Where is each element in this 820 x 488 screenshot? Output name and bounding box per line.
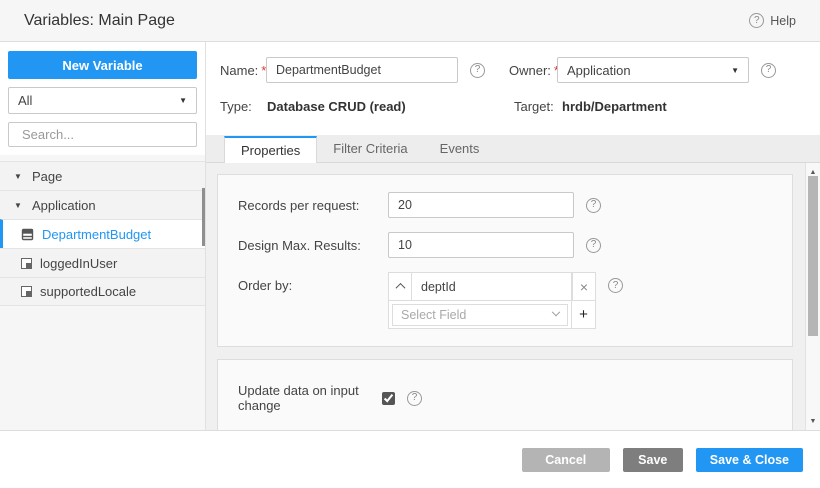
variable-icon xyxy=(21,257,32,269)
tab-properties[interactable]: Properties xyxy=(224,136,318,163)
tree-item-label: supportedLocale xyxy=(40,284,137,299)
tree-item-label: Application xyxy=(32,197,96,213)
order-by-entry: × xyxy=(388,272,596,301)
save-button[interactable]: Save xyxy=(622,447,683,472)
chevron-up-icon xyxy=(395,282,405,293)
sidebar: New Variable All ▼ ▼ Page xyxy=(0,42,206,430)
update-data-checkbox[interactable] xyxy=(382,391,395,405)
help-button[interactable]: ? Help xyxy=(749,13,796,28)
expander-icon[interactable]: ▼ xyxy=(14,201,24,210)
add-order-field-button[interactable]: + xyxy=(572,300,596,329)
chevron-down-icon xyxy=(551,307,561,316)
data-settings-panel: Records per request: ? Design Max. Resul… xyxy=(217,174,793,347)
target-value: hrdb/Department xyxy=(562,99,667,114)
records-per-request-label: Records per request: xyxy=(238,197,360,213)
scroll-down-button[interactable]: ▼ xyxy=(806,414,820,428)
order-by-row: Order by: × xyxy=(238,272,772,329)
variable-filter-value: All xyxy=(18,93,33,108)
tree-item-departmentbudget[interactable]: DepartmentBudget xyxy=(0,219,205,248)
remove-order-field-button[interactable]: × xyxy=(572,272,596,301)
scrollbar-thumb[interactable] xyxy=(808,176,818,336)
help-icon: ? xyxy=(749,13,765,28)
order-field-input[interactable] xyxy=(412,272,572,301)
behavior-panel: Update data on input change ? Request da… xyxy=(217,359,793,430)
help-label: Help xyxy=(770,13,796,28)
order-by-label: Order by: xyxy=(238,278,293,293)
content-scrollbar[interactable]: ▲ ▼ xyxy=(805,163,820,430)
tree-item-page[interactable]: ▼ Page xyxy=(0,161,205,190)
cancel-button[interactable]: Cancel xyxy=(521,447,610,472)
dialog-body: New Variable All ▼ ▼ Page xyxy=(0,42,820,431)
tree-item-supportedlocale[interactable]: supportedLocale xyxy=(0,277,205,306)
page-title: Variables: Main Page xyxy=(24,11,175,29)
type-target-row: Type: Database CRUD (read) Target: hrdb/… xyxy=(220,99,820,114)
type-label: Type: xyxy=(220,99,252,114)
target-label: Target: xyxy=(514,99,554,114)
name-owner-row: Name:* ? Owner:* Application ▼ ? xyxy=(220,57,820,83)
main-panel: Name:* ? Owner:* Application ▼ ? Type: D… xyxy=(206,42,820,430)
update-on-input-row: Update data on input change ? xyxy=(238,383,772,413)
variable-filter-select[interactable]: All ▼ xyxy=(8,87,197,114)
header: Variables: Main Page ? Help xyxy=(0,0,820,42)
order-by-help-icon[interactable]: ? xyxy=(608,278,623,293)
select-field-cell: Select Field xyxy=(388,300,572,329)
records-help-icon[interactable]: ? xyxy=(586,197,601,213)
tab-bar: Properties Filter Criteria Events xyxy=(206,135,820,163)
tree-item-label: Page xyxy=(32,168,63,184)
name-field[interactable] xyxy=(266,57,458,83)
caret-down-icon: ▼ xyxy=(731,65,739,75)
plus-icon: + xyxy=(579,306,588,323)
move-field-up-button[interactable] xyxy=(388,272,412,301)
owner-select[interactable]: Application ▼ xyxy=(557,57,749,83)
search-box xyxy=(8,122,198,147)
owner-help-icon[interactable]: ? xyxy=(761,62,776,78)
variable-summary-form: Name:* ? Owner:* Application ▼ ? Type: D… xyxy=(206,42,820,135)
tree-item-application[interactable]: ▼ Application xyxy=(0,190,205,219)
design-max-results-row: Design Max. Results: ? xyxy=(238,232,772,258)
tree-item-label: DepartmentBudget xyxy=(42,226,152,242)
sidebar-scrollbar-thumb[interactable] xyxy=(202,188,205,246)
save-close-button[interactable]: Save & Close xyxy=(695,447,803,472)
tab-filter-criteria[interactable]: Filter Criteria xyxy=(317,135,423,162)
footer: Cancel Save Save & Close xyxy=(0,431,820,488)
update-data-help-icon[interactable]: ? xyxy=(407,390,422,406)
expander-icon[interactable]: ▼ xyxy=(14,172,24,181)
properties-tab-content: Records per request: ? Design Max. Resul… xyxy=(206,163,820,430)
design-max-results-input[interactable] xyxy=(388,232,574,258)
order-by-group: × Select Field xyxy=(388,272,596,329)
type-value: Database CRUD (read) xyxy=(267,99,406,114)
select-field-dropdown[interactable]: Select Field xyxy=(392,303,568,326)
sidebar-controls: New Variable All ▼ xyxy=(0,42,205,155)
owner-label: Owner:* xyxy=(509,63,559,78)
add-order-field-row: Select Field + xyxy=(388,300,596,329)
update-on-input-label: Update data on input change xyxy=(238,383,359,413)
new-variable-button[interactable]: New Variable xyxy=(8,51,197,79)
tree-item-label: loggedInUser xyxy=(40,255,118,271)
variable-tree: ▼ Page ▼ Application DepartmentBudget lo… xyxy=(0,161,205,306)
records-per-request-input[interactable] xyxy=(388,192,574,218)
variables-dialog: Variables: Main Page ? Help New Variable… xyxy=(0,0,820,488)
variable-icon xyxy=(21,286,32,297)
name-label: Name: * xyxy=(220,62,267,78)
design-max-help-icon[interactable]: ? xyxy=(586,237,601,253)
records-per-request-row: Records per request: ? xyxy=(238,192,772,218)
tree-item-loggedinuser[interactable]: loggedInUser xyxy=(0,248,205,277)
name-help-icon[interactable]: ? xyxy=(470,62,485,78)
tab-events[interactable]: Events xyxy=(424,135,496,162)
database-crud-icon xyxy=(21,228,34,241)
select-field-placeholder: Select Field xyxy=(401,307,467,322)
search-input[interactable] xyxy=(22,127,198,142)
design-max-results-label: Design Max. Results: xyxy=(238,237,361,253)
caret-down-icon: ▼ xyxy=(179,96,187,105)
owner-value: Application xyxy=(567,62,631,78)
close-icon: × xyxy=(579,278,589,295)
